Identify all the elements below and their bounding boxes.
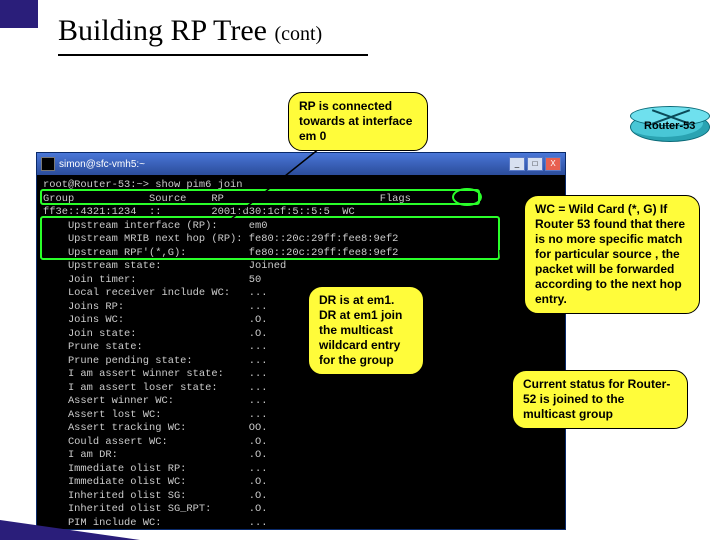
term-line: Could assert WC: .O. [43, 436, 267, 448]
term-line: I am DR: .O. [43, 449, 267, 461]
callout-text: Current status for Router-52 is joined t… [523, 377, 670, 421]
callout-rp-interface: RP is connected towards at interface em … [288, 92, 428, 151]
term-line: Assert tracking WC: OO. [43, 422, 267, 434]
term-line: Joins WC: .O. [43, 314, 267, 326]
term-line: I am assert winner state: ... [43, 368, 267, 380]
minimize-button[interactable]: _ [509, 157, 525, 171]
callout-wc: WC = Wild Card (*, G) If Router 53 found… [524, 195, 700, 314]
term-line: Assert winner WC: ... [43, 395, 267, 407]
term-line: Upstream MRIB next hop (RP): fe80::20c:2… [43, 233, 398, 245]
slide-title: Building RP Tree (cont) [58, 14, 322, 48]
router-icon: Router-53 [630, 106, 710, 150]
router-label: Router-53 [644, 120, 695, 132]
term-line: Upstream state: Joined [43, 260, 286, 272]
callout-text: WC = Wild Card (*, G) If Router 53 found… [535, 202, 685, 306]
slide-accent-stripe [0, 0, 38, 28]
window-controls: _ □ X [509, 157, 561, 171]
callout-text: RP is connected towards at interface em … [299, 99, 412, 143]
term-line: Local receiver include WC: ... [43, 287, 267, 299]
maximize-button[interactable]: □ [527, 157, 543, 171]
callout-dr: DR is at em1. DR at em1 join the multica… [308, 286, 424, 375]
terminal-title-text: simon@sfc-vmh5:~ [59, 159, 509, 170]
term-line: Join timer: 50 [43, 274, 261, 286]
term-line: Group Source RP Flags [43, 193, 411, 205]
term-line: Assert lost WC: ... [43, 409, 267, 421]
term-line: root@Router-53:~> show pim6 join [43, 179, 243, 191]
terminal-window: simon@sfc-vmh5:~ _ □ X root@Router-53:~>… [36, 152, 566, 530]
term-line: Upstream RPF'(*,G): fe80::20c:29ff:fee8:… [43, 247, 398, 259]
term-line: Immediate olist RP: ... [43, 463, 267, 475]
term-line: Prune state: ... [43, 341, 267, 353]
terminal-body[interactable]: root@Router-53:~> show pim6 join Group S… [37, 175, 565, 529]
term-line: Immediate olist WC: .O. [43, 476, 267, 488]
term-line: ff3e::4321:1234 :: 2001:d30:1cf:5::5:5 W… [43, 206, 355, 218]
term-line: Join state: .O. [43, 328, 267, 340]
term-line: I am assert loser state: ... [43, 382, 267, 394]
title-cont: (cont) [274, 23, 322, 45]
term-line: Joins RP: ... [43, 301, 267, 313]
term-line: Prune pending state: ... [43, 355, 267, 367]
terminal-titlebar[interactable]: simon@sfc-vmh5:~ _ □ X [37, 153, 565, 175]
callout-text: DR is at em1. DR at em1 join the multica… [319, 293, 402, 367]
title-underline [58, 54, 368, 56]
title-main: Building RP Tree [58, 14, 274, 47]
term-line: Inherited olist SG: .O. [43, 490, 267, 502]
term-line: Upstream interface (RP): em0 [43, 220, 267, 232]
term-line: Inherited olist SG_RPT: .O. [43, 503, 267, 515]
slide-footer-accent [0, 520, 140, 540]
close-button[interactable]: X [545, 157, 561, 171]
callout-status: Current status for Router-52 is joined t… [512, 370, 688, 429]
terminal-app-icon [41, 157, 55, 171]
